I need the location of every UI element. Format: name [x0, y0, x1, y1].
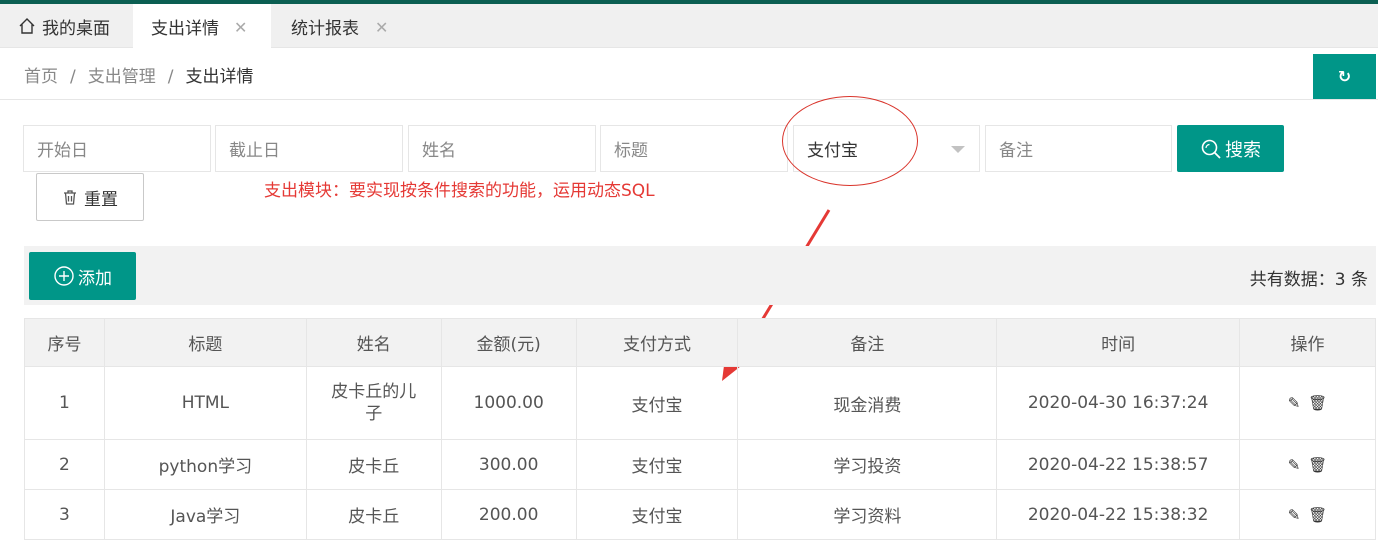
edit-icon[interactable]: ✎ — [1288, 456, 1301, 474]
cell-title: python学习 — [103, 439, 307, 490]
cell-time: 2020-04-22 15:38:57 — [996, 439, 1241, 490]
cell-note: 现金消费 — [737, 366, 998, 440]
cell-pay-method: 支付宝 — [575, 439, 739, 490]
edit-icon[interactable]: ✎ — [1288, 394, 1301, 412]
col-header: 标题 — [103, 318, 307, 367]
cell-actions: ✎ 🗑 — [1239, 366, 1376, 440]
cell-index: 1 — [24, 366, 105, 440]
table-header-row: 序号 标题 姓名 金额(元) 支付方式 备注 时间 操作 — [24, 318, 1376, 367]
add-circle-icon — [54, 266, 74, 286]
cell-time: 2020-04-22 15:38:32 — [996, 489, 1241, 540]
cell-amount: 1000.00 — [440, 366, 577, 440]
cell-actions: ✎ 🗑 — [1239, 439, 1376, 490]
col-header: 序号 — [24, 318, 105, 367]
col-header: 支付方式 — [575, 318, 739, 367]
trash-icon[interactable]: 🗑 — [1308, 394, 1327, 412]
expense-table: 序号 标题 姓名 金额(元) 支付方式 备注 时间 操作 1 HTML 皮卡丘的… — [24, 318, 1376, 540]
edit-icon[interactable]: ✎ — [1288, 506, 1301, 524]
cell-name: 皮卡丘的儿子 — [305, 366, 442, 440]
cell-name: 皮卡丘 — [305, 439, 442, 490]
cell-name: 皮卡丘 — [305, 489, 442, 540]
cell-title: HTML — [103, 366, 307, 440]
table-row: 3 Java学习 皮卡丘 200.00 支付宝 学习资料 2020-04-22 … — [24, 489, 1376, 540]
col-header: 备注 — [737, 318, 998, 367]
col-header: 时间 — [996, 318, 1241, 367]
add-button[interactable]: 添加 — [29, 252, 136, 300]
cell-title: Java学习 — [103, 489, 307, 540]
total-count: 共有数据：3 条 — [1249, 270, 1368, 290]
add-button-label: 添加 — [78, 268, 112, 289]
cell-amount: 200.00 — [440, 489, 577, 540]
trash-icon[interactable]: 🗑 — [1308, 506, 1327, 524]
cell-note: 学习资料 — [737, 489, 998, 540]
cell-pay-method: 支付宝 — [575, 366, 739, 440]
cell-actions: ✎ 🗑 — [1239, 489, 1376, 540]
table-row: 2 python学习 皮卡丘 300.00 支付宝 学习投资 2020-04-2… — [24, 439, 1376, 490]
cell-index: 3 — [24, 489, 105, 540]
table-toolbar: 添加 共有数据：3 条 — [24, 246, 1376, 305]
col-header: 操作 — [1239, 318, 1376, 367]
cell-pay-method: 支付宝 — [575, 489, 739, 540]
cell-time: 2020-04-30 16:37:24 — [996, 366, 1241, 440]
trash-icon[interactable]: 🗑 — [1308, 456, 1327, 474]
cell-note: 学习投资 — [737, 439, 998, 490]
cell-amount: 300.00 — [440, 439, 577, 490]
col-header: 金额(元) — [440, 318, 577, 367]
cell-index: 2 — [24, 439, 105, 490]
col-header: 姓名 — [305, 318, 442, 367]
table-row: 1 HTML 皮卡丘的儿子 1000.00 支付宝 现金消费 2020-04-3… — [24, 366, 1376, 440]
